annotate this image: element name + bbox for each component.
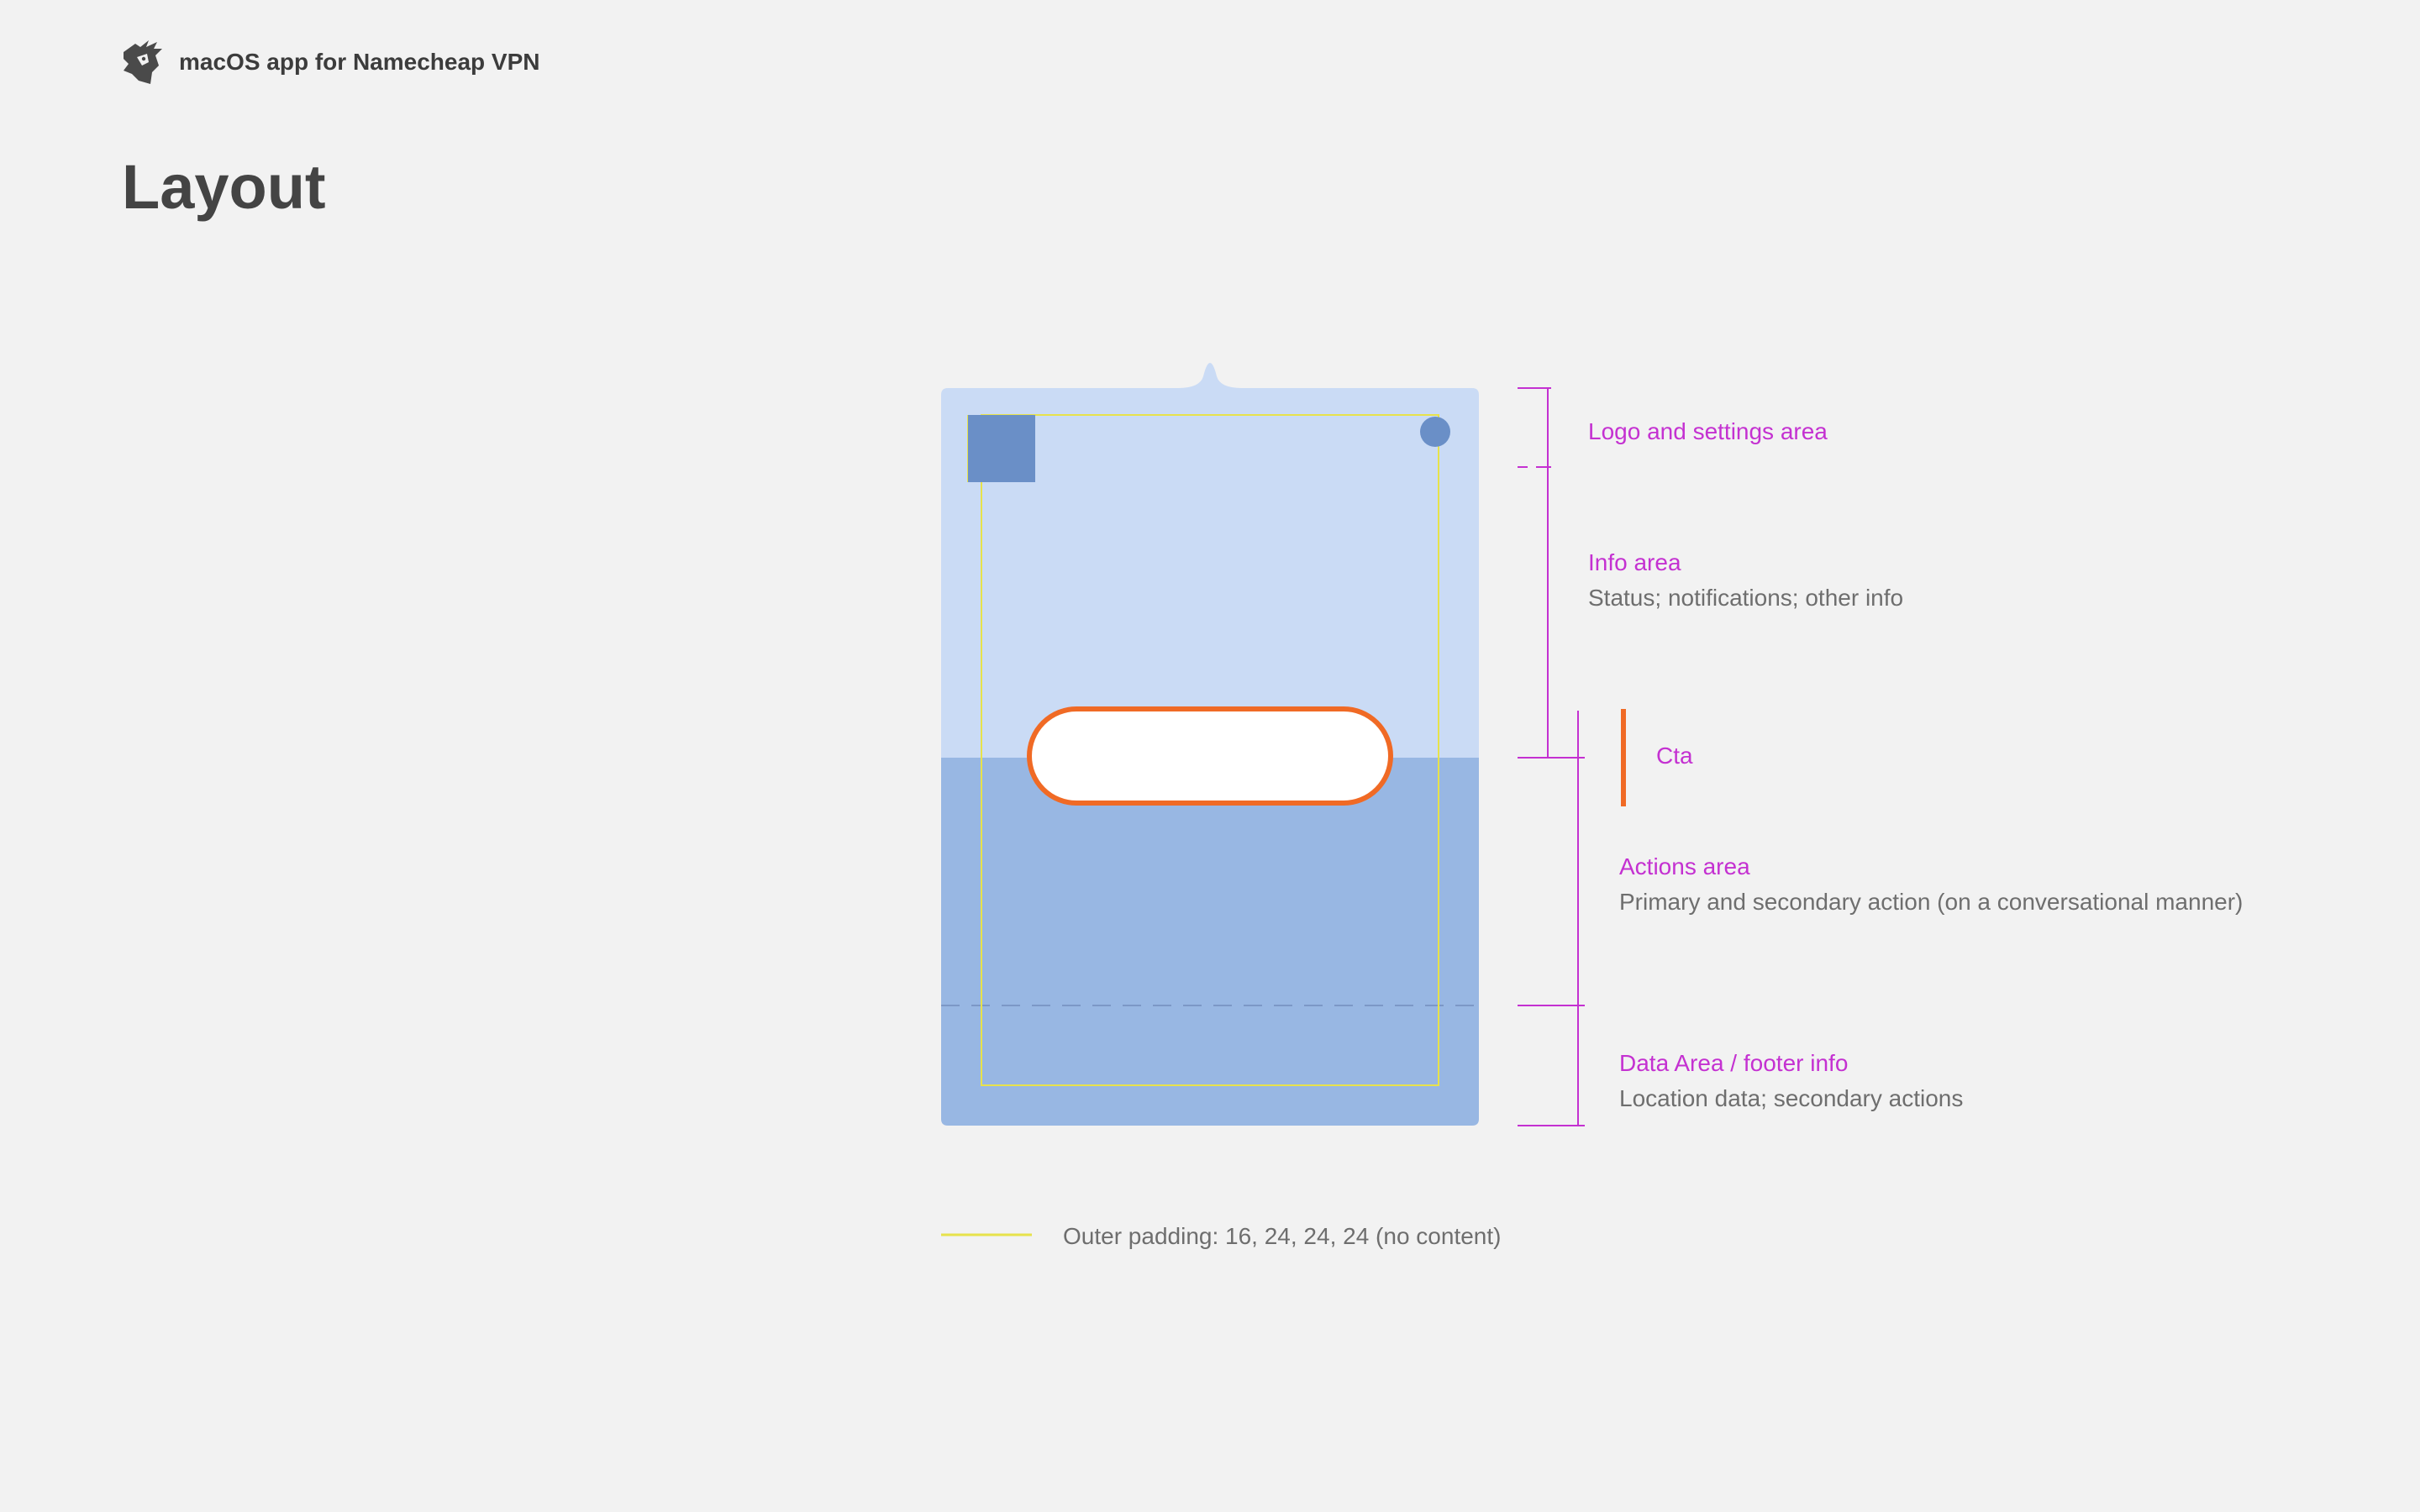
window-pointer-arrow: [1178, 363, 1242, 388]
legend-outer-padding: Outer padding: 16, 24, 24, 24 (no conten…: [1063, 1223, 1502, 1249]
cta-button-placeholder: [1027, 706, 1393, 806]
logo-placeholder: [968, 415, 1035, 482]
settings-placeholder: [1420, 417, 1450, 447]
label-data-area: Data Area / footer info: [1619, 1050, 1849, 1076]
label-info-area: Info area: [1588, 549, 1681, 575]
label-actions-area: Actions area: [1619, 853, 1750, 879]
desc-data-area: Location data; secondary actions: [1619, 1085, 1964, 1111]
cta-accent-bar: [1621, 709, 1626, 806]
desc-info-area: Status; notifications; other info: [1588, 585, 1904, 611]
label-logo-settings-area: Logo and settings area: [1588, 418, 1828, 444]
label-cta: Cta: [1656, 743, 1693, 769]
lower-bracket: [1518, 711, 1585, 1126]
upper-bracket: [1518, 387, 1585, 759]
layout-diagram: [941, 363, 1626, 1236]
layout-spec-page: macOS app for Namecheap VPN Layout Logo …: [0, 0, 2420, 1512]
desc-actions-area: Primary and secondary action (on a conve…: [1619, 889, 2244, 915]
bottom-area: [941, 758, 1479, 1126]
